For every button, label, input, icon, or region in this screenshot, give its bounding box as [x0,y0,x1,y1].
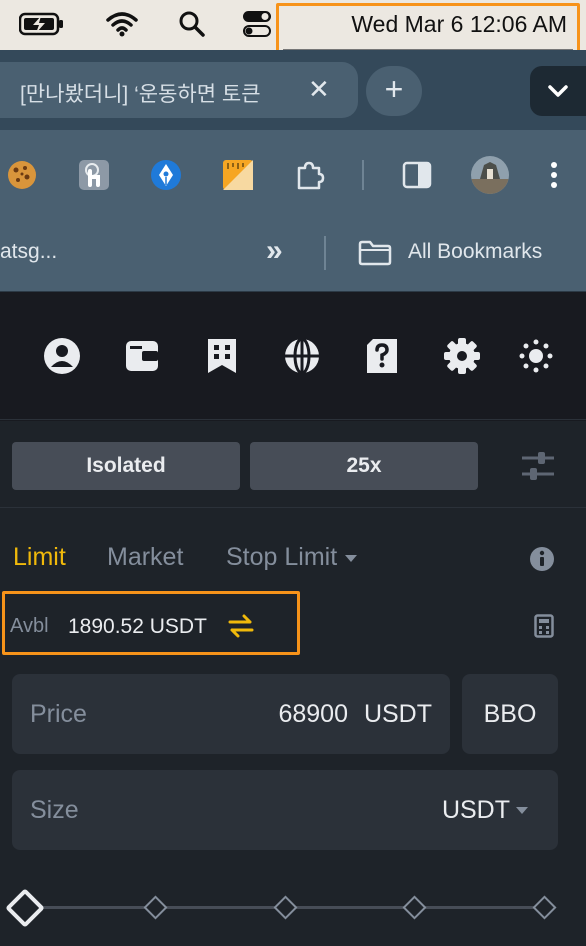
tab-market[interactable]: Market [107,543,183,572]
folder-icon[interactable] [358,240,392,271]
browser-tab[interactable]: [만나봤더니] ‘운동하면 토큰 ✕ [0,62,358,118]
all-bookmarks-button[interactable]: All Bookmarks [408,240,542,264]
slider-step-100[interactable] [532,895,557,920]
sliders-icon[interactable] [520,449,556,488]
transfer-icon[interactable] [228,614,254,643]
battery-charging-icon[interactable] [18,9,66,39]
tab-limit[interactable]: Limit [13,543,66,572]
browser-tab-strip: [만나봤더니] ‘운동하면 토큰 ✕ + [0,50,586,130]
wallet-icon[interactable] [122,336,162,376]
available-label: Avbl [10,615,49,637]
size-label: Size [30,796,79,824]
bookmarks-separator [324,236,326,270]
cookie-icon[interactable] [5,158,39,192]
site-header [0,292,586,420]
tab-title: [만나봤더니] ‘운동하면 토큰 [20,83,261,106]
toolbar-separator [362,160,364,190]
calculator-icon[interactable] [534,614,554,643]
size-slider-handle[interactable] [5,888,45,928]
browser-toolbar [0,130,586,220]
size-unit-select[interactable]: USDT [442,796,510,825]
slider-step-50[interactable] [273,895,298,920]
wifi-icon[interactable] [105,9,139,39]
price-label: Price [30,700,87,728]
bbo-label: BBO [483,700,537,728]
chevron-down-icon [548,85,568,97]
ruler-extension-icon[interactable] [221,158,255,192]
menu-bar-clock[interactable]: Wed Mar 6 12:06 AM [276,3,580,57]
profile-avatar-icon[interactable] [469,154,511,196]
clock-text: Wed Mar 6 12:06 AM [351,11,567,37]
spotlight-search-icon[interactable] [176,9,208,39]
bbo-button[interactable]: BBO [462,674,558,754]
bookmark-overflow-button[interactable]: » [266,234,283,268]
leverage-button[interactable]: 25x [250,442,478,490]
close-icon[interactable]: ✕ [308,74,330,105]
info-icon[interactable] [529,546,555,577]
bookmarks-bar: atsg... » All Bookmarks [0,220,586,292]
panel-divider [0,507,586,508]
size-input[interactable]: Size USDT [12,770,558,850]
slider-step-75[interactable] [402,895,427,920]
macos-menu-bar: Wed Mar 6 12:06 AM [0,0,586,57]
new-tab-button[interactable]: + [366,66,422,116]
tab-search-button[interactable] [530,66,586,116]
tab-stop-limit[interactable]: Stop Limit [226,543,358,572]
price-input[interactable]: Price 68900 USDT [12,674,450,754]
user-icon[interactable] [42,336,82,376]
side-panel-icon[interactable] [400,158,434,192]
price-unit: USDT [363,700,432,728]
globe-icon[interactable] [282,336,322,376]
puzzle-extensions-icon[interactable] [293,158,327,192]
pen-extension-icon[interactable] [149,158,183,192]
more-menu-icon[interactable] [540,158,568,192]
control-center-icon[interactable] [242,9,272,39]
theme-icon[interactable] [516,336,556,376]
bookmark-item[interactable]: atsg... [0,240,57,264]
price-value: 68900 [278,700,348,728]
settings-icon[interactable] [442,336,482,376]
chevron-down-icon[interactable] [516,807,528,814]
help-icon[interactable] [362,336,402,376]
available-balance-value: 1890.52 USDT [68,615,207,638]
slider-step-25[interactable] [143,895,168,920]
orders-icon[interactable] [202,336,242,376]
margin-mode-button[interactable]: Isolated [12,442,240,490]
tab-stop-limit-label: Stop Limit [226,543,338,571]
trade-panel: Isolated 25x Limit Market Stop Limit Avb… [0,421,586,946]
chevron-down-icon [345,554,358,562]
touch-extension-icon[interactable] [77,158,111,192]
